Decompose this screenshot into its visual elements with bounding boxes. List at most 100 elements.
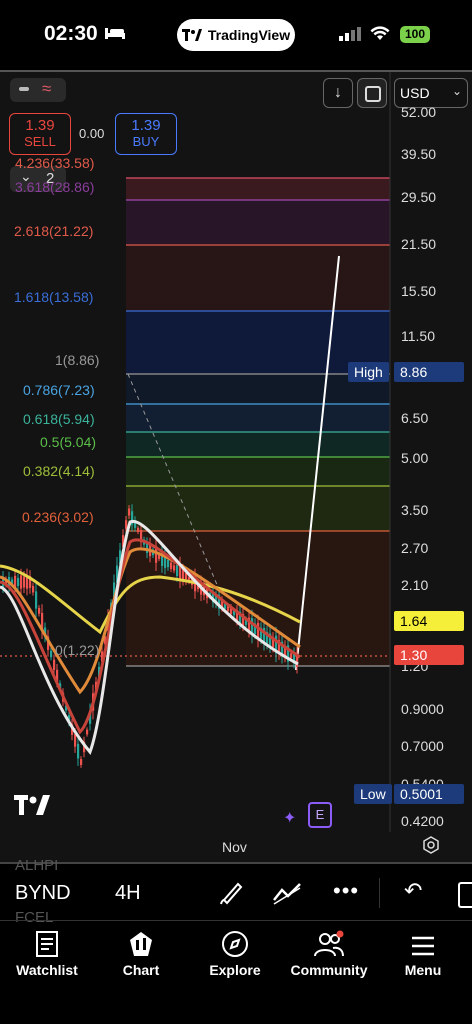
tab-label: Menu [404,962,442,978]
candle-body [38,607,41,614]
buy-label: BUY [132,134,160,149]
brush-icon[interactable] [218,880,244,906]
sleep-focus-icon [105,28,125,39]
compass-icon [222,931,248,957]
candle-body [290,653,293,659]
earnings-event-icon[interactable]: E [308,802,332,828]
bottom-tab-bar: Watchlist Chart Explore Community Menu [0,922,472,1024]
fib-label-1618: 1.618(13.58) [14,289,94,305]
scroll-to-latest-button[interactable]: ↓ [323,78,353,108]
symbol-button[interactable]: BYND [15,882,71,905]
tradingview-logo-icon [181,29,202,41]
minus-icon [19,87,29,91]
price-tick: 39.50 [401,146,437,162]
more-icon[interactable]: ••• [333,878,359,904]
wave-icon: ≈ [42,79,52,98]
fib-label-2618: 2.618(21.22) [14,223,94,239]
price-tag-yellow: 1.64 [394,611,464,631]
price-tag-red: 1.30 [394,645,464,665]
fib-label-0: 0(1.22) [55,642,100,658]
fib-label-0786: 0.786(7.23) [23,382,95,398]
candle-body [23,576,26,588]
fib-label-05: 0.5(5.04) [40,434,97,450]
sell-button[interactable]: 1.39 SELL [9,113,71,155]
high-tag-price: 8.86 [394,362,464,382]
low-tag-label: Low [354,784,392,804]
tab-label: Explore [209,962,261,978]
tab-label: Watchlist [16,962,78,978]
candle-body [32,585,35,593]
sparkle-icon[interactable]: ✦ [283,808,296,828]
candle-body [35,591,38,609]
spread-value: 0.00 [79,126,105,141]
interval-button[interactable]: 4H [115,882,141,905]
tab-community[interactable]: Community [282,922,376,978]
app-name: TradingView [207,27,291,43]
high-tag-label: High [348,362,389,382]
tab-menu[interactable]: Menu [376,922,470,978]
price-tick: 52.00 [401,104,437,120]
buy-price: 1.39 [131,117,161,134]
fib-label-0382: 0.382(4.14) [23,463,95,479]
tab-watchlist[interactable]: Watchlist [0,922,94,978]
price-tick: 21.50 [401,236,437,252]
community-icon [314,930,344,957]
undo-icon[interactable]: ↶ [404,878,422,904]
chevron-down-icon: ⌄ [451,84,462,98]
trend-line-tool-icon[interactable] [272,880,302,906]
price-tick: 0.4200 [401,813,444,829]
indicator-toggle[interactable]: ≈ [10,78,66,102]
fib-zones [126,178,390,666]
price-tick: 0.7000 [401,738,444,754]
candle-body [176,564,179,577]
cell-signal-icon [339,27,361,41]
fullscreen-icon[interactable] [458,882,472,908]
price-tick: 5.00 [401,450,429,466]
tab-chart[interactable]: Chart [94,922,188,978]
status-time: 02:30 [44,22,98,45]
fib-label-0236: 0.236(3.02) [22,509,94,525]
tab-explore[interactable]: Explore [188,922,282,978]
auto-scale-button[interactable] [357,78,387,108]
candle-body [86,729,89,735]
chart-toolbar: BYND 4H ••• ↶ [0,868,472,921]
watchlist-icon [36,931,58,957]
app-indicator-pill[interactable]: TradingView [177,19,295,51]
candle-body [77,743,80,759]
price-tick: 3.50 [401,502,429,518]
sell-price: 1.39 [25,117,55,134]
buy-button[interactable]: 1.39 BUY [115,113,177,155]
price-tick: 15.50 [401,283,437,299]
price-tick: 29.50 [401,189,437,205]
fib-label-0618: 0.618(5.94) [23,411,95,427]
chart-icon [130,932,152,956]
candle-body [50,650,53,658]
candle-body [80,759,83,765]
candle-body [20,575,23,589]
fib-label-4236: 4.236(33.58) [15,155,95,171]
sell-label: SELL [24,134,56,149]
auto-scale-icon [365,86,381,102]
candle-body [17,578,20,586]
candle-body [170,562,173,569]
price-tick: 6.50 [401,410,429,426]
low-tag-price: 0.5001 [394,784,464,804]
candle-body [167,559,170,568]
price-tick: 11.50 [401,328,435,344]
tab-label: Community [290,962,368,978]
fib-label-3618: 3.618(28.86) [15,179,95,195]
tab-label: Chart [122,962,160,978]
fib-label-1: 1(8.86) [55,352,100,368]
menu-icon [412,936,434,956]
chart-area[interactable]: ≈ 1.39 SELL 0.00 1.39 BUY ⌄ 2 ↓ USD ⌄ 4.… [0,70,472,864]
candle-body [53,659,56,670]
status-bar: 02:30 TradingView 100 [0,0,472,70]
chart-settings-icon[interactable] [422,836,440,854]
divider [379,878,380,908]
candle-body [125,520,128,529]
candle-body [137,527,140,533]
wifi-icon [370,26,390,40]
time-axis-label: Nov [222,839,247,855]
battery-indicator: 100 [400,26,430,43]
candle-body [74,734,77,747]
